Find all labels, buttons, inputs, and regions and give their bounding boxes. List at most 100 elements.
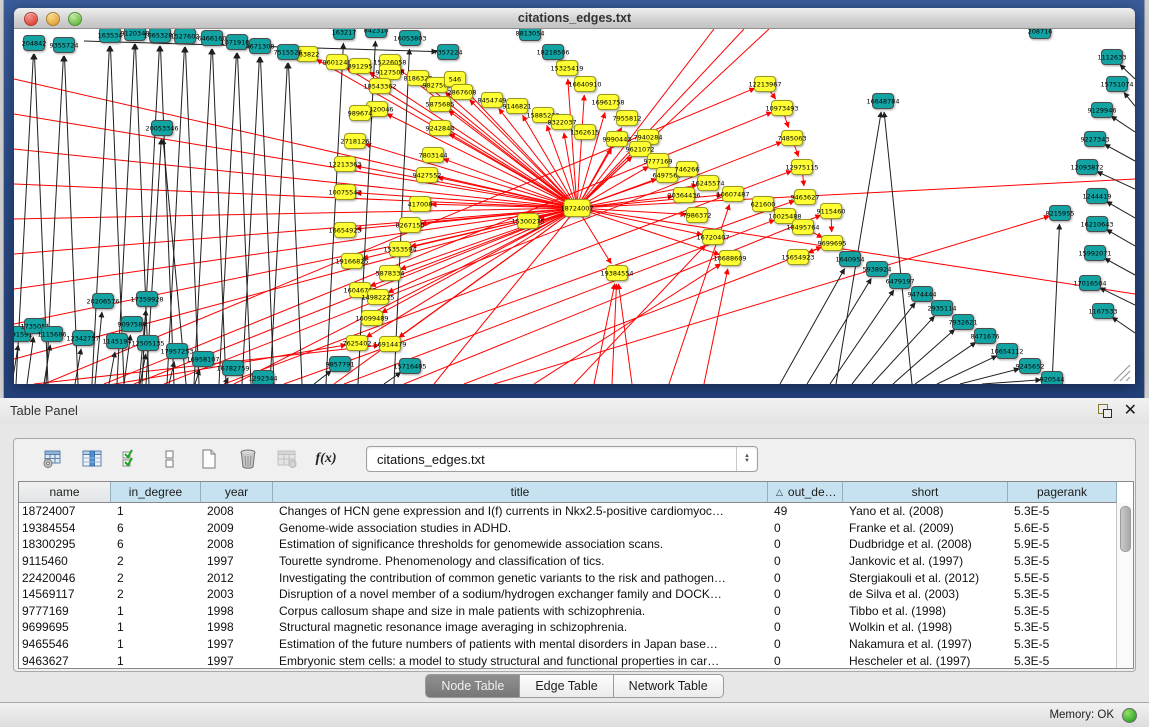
graph-node[interactable]: 12975115 <box>785 160 818 175</box>
graph-node[interactable]: 920544 <box>1040 372 1065 385</box>
tab-edge-table[interactable]: Edge Table <box>520 674 613 698</box>
graph-node[interactable]: 7357224 <box>434 45 463 60</box>
graph-node[interactable]: 2867608 <box>448 85 477 100</box>
graph-node[interactable]: 8267150 <box>396 218 425 233</box>
graph-node[interactable]: 18218506 <box>536 45 569 60</box>
graph-node[interactable]: 1112633 <box>1098 50 1127 65</box>
network-canvas[interactable]: 7638229601248891295152260589127508818632… <box>14 29 1135 384</box>
canvas-resize-grip[interactable] <box>1114 365 1130 381</box>
graph-node[interactable]: 4671308 <box>246 39 275 54</box>
column-header-year[interactable]: year <box>201 482 273 503</box>
delete-column-icon[interactable] <box>235 446 261 472</box>
graph-node[interactable]: 5878334 <box>376 266 405 281</box>
graph-node[interactable]: 8322037 <box>548 115 577 130</box>
graph-node[interactable]: 8813054 <box>516 29 545 41</box>
graph-node[interactable]: 15992071 <box>1078 246 1111 261</box>
graph-node[interactable]: 15716485 <box>393 359 426 374</box>
graph-node[interactable]: 1115686 <box>38 327 67 342</box>
graph-node[interactable]: 7515526 <box>274 45 303 60</box>
graph-node[interactable]: 1527602 <box>171 29 200 44</box>
graph-node[interactable]: 204842 <box>22 36 47 51</box>
graph-node[interactable]: 16961758 <box>591 95 624 110</box>
graph-node[interactable]: 16053803 <box>393 31 426 46</box>
graph-node[interactable]: 7986372 <box>683 208 712 223</box>
graph-node[interactable]: 9990443 <box>603 132 632 147</box>
graph-node[interactable]: 15751074 <box>1100 77 1133 92</box>
graph-node[interactable]: 16648784 <box>866 94 899 109</box>
graph-node[interactable]: 6479197 <box>886 274 915 289</box>
graph-node[interactable]: 8471676 <box>971 329 1000 344</box>
graph-node[interactable]: 208716 <box>1028 29 1053 39</box>
graph-node[interactable]: 2935114 <box>928 301 957 316</box>
graph-node[interactable]: 1145194 <box>103 334 132 349</box>
graph-node[interactable]: 7803144 <box>419 148 448 163</box>
graph-node[interactable]: 15325419 <box>550 61 583 76</box>
vertical-scrollbar[interactable] <box>1116 503 1133 668</box>
graph-node[interactable]: 10688609 <box>713 251 746 266</box>
graph-node[interactable]: 9097588 <box>118 317 147 332</box>
graph-node[interactable]: 7955812 <box>613 111 642 126</box>
graph-node[interactable]: 9355724 <box>50 38 79 53</box>
column-header-title[interactable]: title <box>273 482 768 503</box>
scrollbar-thumb[interactable] <box>1120 506 1131 552</box>
graph-node[interactable]: 621600 <box>751 197 776 212</box>
graph-node[interactable]: 16720407 <box>696 230 729 245</box>
column-header-in_degree[interactable]: in_degree <box>111 482 201 503</box>
graph-node[interactable]: 9245652 <box>1016 359 1045 374</box>
graph-node[interactable]: 1244419 <box>1083 189 1112 204</box>
table-mode-icon[interactable] <box>40 446 66 472</box>
graph-node[interactable]: 9463627 <box>791 190 820 205</box>
memory-status-icon[interactable] <box>1122 708 1137 723</box>
graph-node[interactable]: 16099489 <box>355 311 388 326</box>
graph-node[interactable]: 2718126 <box>341 134 370 149</box>
graph-node[interactable]: 9699695 <box>818 236 847 251</box>
column-chooser-icon[interactable] <box>79 446 105 472</box>
table-row[interactable]: 1872400712008Changes of HCN gene express… <box>19 503 1117 520</box>
new-column-icon[interactable] <box>196 446 222 472</box>
graph-node[interactable]: 7485063 <box>778 131 807 146</box>
network-window-titlebar[interactable]: citations_edges.txt <box>14 8 1135 29</box>
graph-node[interactable]: 16210643 <box>1080 217 1113 232</box>
import-table-icon[interactable] <box>274 446 300 472</box>
graph-node[interactable]: 989674 <box>348 106 373 121</box>
graph-node[interactable]: 9427552 <box>413 168 442 183</box>
graph-node[interactable]: 9474444 <box>908 287 937 302</box>
graph-node[interactable]: 9857791 <box>326 357 355 372</box>
graph-node[interactable]: 9777169 <box>644 154 673 169</box>
graph-node[interactable]: 1640954 <box>836 252 865 267</box>
apply-checks-icon[interactable] <box>118 446 144 472</box>
graph-node[interactable]: 12213363 <box>328 157 361 172</box>
graph-node[interactable]: 9227343 <box>1081 132 1110 147</box>
table-row[interactable]: 1456911722003Disruption of a novel membe… <box>19 586 1117 603</box>
graph-node[interactable]: 9127508 <box>376 65 405 80</box>
graph-node[interactable]: 163217 <box>332 29 357 40</box>
graph-node[interactable]: 16640910 <box>568 77 601 92</box>
graph-node[interactable]: 20206576 <box>86 294 119 309</box>
graph-node[interactable]: 16245574 <box>691 176 724 191</box>
graph-node[interactable]: 9129946 <box>1088 103 1117 118</box>
column-header-name[interactable]: name <box>19 482 111 503</box>
graph-node[interactable]: 5938924 <box>863 262 892 277</box>
graph-hub-node[interactable]: 18724007 <box>560 200 593 217</box>
column-header-out_de[interactable]: △out_de… <box>768 482 843 503</box>
table-row[interactable]: 946554611997Estimation of the future num… <box>19 636 1117 653</box>
graph-node[interactable]: 1292344 <box>249 371 278 385</box>
tab-node-table[interactable]: Node Table <box>425 674 520 698</box>
graph-node[interactable]: 8215955 <box>1046 206 1075 221</box>
function-builder-icon[interactable]: f(x) <box>313 446 339 472</box>
column-header-short[interactable]: short <box>843 482 1008 503</box>
graph-node[interactable]: 842310 <box>364 29 389 38</box>
graph-node[interactable]: 1167533 <box>1089 304 1118 319</box>
graph-node[interactable]: 9242844 <box>426 121 455 136</box>
float-panel-icon[interactable] <box>1098 404 1112 418</box>
table-row[interactable]: 969969511998Structural magnetic resonanc… <box>19 619 1117 636</box>
table-row[interactable]: 1938455462009Genome-wide association stu… <box>19 520 1117 537</box>
graph-node[interactable]: 7625402 <box>343 336 372 351</box>
graph-node[interactable]: 15353594 <box>383 242 416 257</box>
table-row[interactable]: 2242004622012Investigating the contribut… <box>19 569 1117 586</box>
graph-node[interactable]: 891295 <box>348 59 373 74</box>
graph-node[interactable]: 5875685 <box>426 97 455 112</box>
graph-node[interactable]: 7932621 <box>949 315 978 330</box>
graph-node[interactable]: 417008 <box>408 197 433 212</box>
graph-node[interactable]: 19384554 <box>600 266 633 281</box>
